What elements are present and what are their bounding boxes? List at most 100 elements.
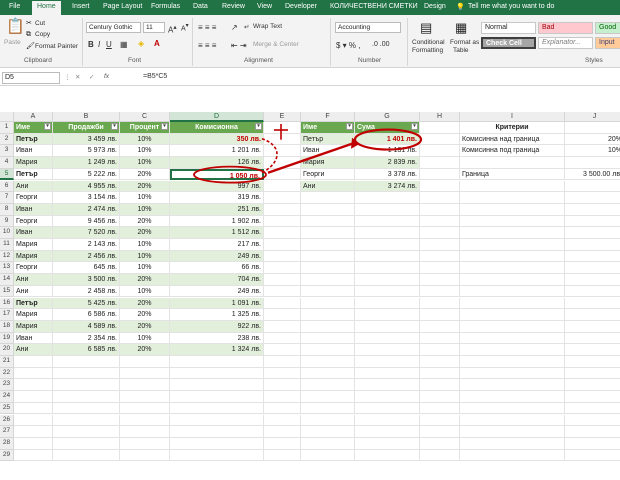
cell[interactable]	[420, 180, 460, 193]
table-cell[interactable]: Иван	[14, 203, 53, 216]
cell[interactable]	[264, 414, 301, 427]
cell[interactable]	[565, 122, 620, 134]
tab-view[interactable]: View	[257, 3, 272, 10]
row-header[interactable]: 27	[0, 426, 14, 438]
table-cell[interactable]: Ани	[14, 274, 53, 286]
cell[interactable]	[420, 250, 460, 263]
table-cell[interactable]: 249 лв.	[170, 250, 264, 263]
format-painter-button[interactable]: Format Painter	[35, 43, 78, 50]
summary-cell[interactable]: Ани	[301, 180, 355, 193]
cell[interactable]	[420, 309, 460, 321]
cell[interactable]	[565, 426, 620, 438]
cell[interactable]	[301, 367, 355, 380]
table-header-1[interactable]: Продажби ▾	[53, 122, 120, 134]
cell[interactable]	[170, 414, 264, 427]
table-cell[interactable]: 997 лв.	[170, 180, 264, 193]
filter-dropdown-icon[interactable]: ▾	[161, 123, 168, 130]
cell[interactable]	[53, 426, 120, 438]
style-good[interactable]: Good	[595, 22, 620, 34]
cell[interactable]	[460, 391, 565, 403]
row-header[interactable]: 6	[0, 180, 14, 193]
cell[interactable]	[420, 274, 460, 286]
wrap-text-button[interactable]: Wrap Text	[253, 23, 282, 30]
cell[interactable]	[460, 367, 565, 380]
cell[interactable]	[355, 227, 420, 239]
row-header[interactable]: 12	[0, 250, 14, 263]
criteria-title[interactable]: Критерии	[460, 122, 565, 134]
cell[interactable]	[355, 320, 420, 333]
cell[interactable]	[355, 402, 420, 415]
bold-icon[interactable]: B	[88, 40, 94, 49]
cut-button[interactable]: Cut	[35, 20, 45, 27]
table-cell[interactable]: 10%	[120, 157, 170, 169]
cell[interactable]	[420, 414, 460, 427]
style-input[interactable]: Input	[595, 37, 620, 49]
cell[interactable]	[53, 437, 120, 450]
table-cell[interactable]: 10%	[120, 145, 170, 158]
cell[interactable]	[460, 414, 565, 427]
tab-custom-calcs[interactable]: КОЛИЧЕСТВЕНИ СМЕТКИ	[330, 3, 418, 10]
table-cell[interactable]: 6 585 лв.	[53, 344, 120, 356]
cell[interactable]	[120, 356, 170, 368]
cell[interactable]	[14, 437, 53, 450]
table-cell[interactable]: 20%	[120, 168, 170, 181]
table-header-0[interactable]: Име ▾	[14, 122, 53, 134]
style-explanatory[interactable]: Explanator...	[538, 37, 593, 49]
cell[interactable]	[264, 122, 301, 134]
cell[interactable]	[14, 356, 53, 368]
cell[interactable]	[420, 356, 460, 368]
table-cell[interactable]: Ани	[14, 344, 53, 356]
number-format-select[interactable]: Accounting	[335, 22, 401, 33]
cell[interactable]	[264, 449, 301, 462]
tell-me-search[interactable]: Tell me what you want to do	[468, 3, 554, 10]
table-cell[interactable]: 4 955 лв.	[53, 180, 120, 193]
font-size-select[interactable]: 11	[143, 22, 165, 33]
cell[interactable]	[170, 426, 264, 438]
row-header[interactable]: 14	[0, 274, 14, 286]
cell[interactable]	[420, 426, 460, 438]
table-cell[interactable]: 66 лв.	[170, 262, 264, 275]
row-header[interactable]: 23	[0, 379, 14, 392]
cell[interactable]	[420, 437, 460, 450]
table-cell[interactable]: 1 325 лв.	[170, 309, 264, 321]
column-header-f[interactable]: F	[301, 112, 355, 122]
tab-data[interactable]: Data	[193, 3, 208, 10]
cell[interactable]	[170, 356, 264, 368]
cell[interactable]	[301, 250, 355, 263]
table-cell[interactable]: 217 лв.	[170, 239, 264, 251]
cell[interactable]	[420, 168, 460, 181]
cell[interactable]	[301, 402, 355, 415]
cell[interactable]	[53, 356, 120, 368]
fill-color-icon[interactable]: ◈	[138, 39, 144, 48]
table-cell[interactable]: 319 лв.	[170, 192, 264, 204]
table-cell[interactable]: 10%	[120, 332, 170, 345]
cell[interactable]	[301, 344, 355, 356]
table-cell[interactable]: 9 456 лв.	[53, 215, 120, 228]
cell[interactable]	[565, 356, 620, 368]
cell[interactable]	[460, 157, 565, 169]
cell[interactable]	[53, 379, 120, 392]
row-header[interactable]: 10	[0, 227, 14, 239]
font-color-icon[interactable]: A	[154, 39, 160, 48]
table-cell[interactable]: 10%	[120, 133, 170, 146]
row-header[interactable]: 18	[0, 320, 14, 333]
cell[interactable]	[355, 250, 420, 263]
cell[interactable]	[355, 297, 420, 310]
cell[interactable]	[565, 321, 620, 333]
cell[interactable]	[170, 402, 264, 415]
align-left-icon[interactable]: ≡ ≡ ≡	[198, 41, 216, 50]
tab-home[interactable]: Home	[32, 1, 61, 15]
cell[interactable]	[355, 262, 420, 275]
cell[interactable]	[301, 215, 355, 228]
cell[interactable]	[420, 285, 460, 298]
style-normal[interactable]: Normal	[481, 22, 536, 34]
cell[interactable]	[264, 402, 301, 415]
cell[interactable]	[14, 402, 53, 415]
cell[interactable]	[355, 426, 420, 438]
formula-input[interactable]: =B5*C5	[143, 73, 167, 80]
table-cell[interactable]: 10%	[120, 262, 170, 275]
cell[interactable]	[565, 438, 620, 450]
table-cell[interactable]: 10%	[120, 285, 170, 298]
table-cell[interactable]: 10%	[120, 239, 170, 251]
cell[interactable]	[301, 356, 355, 368]
